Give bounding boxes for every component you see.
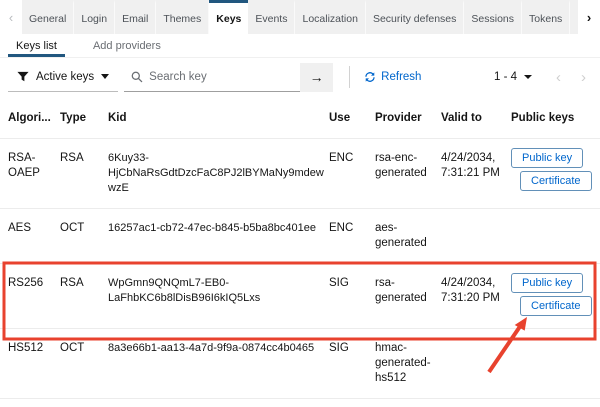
cell-provider: aes-generated: [375, 222, 427, 249]
key-status-filter-dropdown[interactable]: Active keys: [8, 62, 119, 92]
table-row-aes: AES OCT 16257ac1-cb72-47ec-b845-b5ba8bc4…: [0, 208, 600, 263]
cell-valid-to: 4/24/2034, 7:31:20 PM: [441, 277, 500, 304]
refresh-icon: [365, 72, 375, 82]
tab-tokens[interactable]: Tokens: [522, 0, 571, 34]
realm-settings-tab-bar: ‹ General Login Email Themes Keys Events…: [0, 0, 600, 34]
keys-subtab-bar: Keys list Add providers: [0, 34, 600, 58]
cell-provider: rsa-enc-generated: [375, 152, 427, 179]
tab-localization[interactable]: Localization: [295, 0, 366, 34]
cell-type: RSA: [60, 277, 84, 289]
cell-kid: 8a3e66b1-aa13-4a7d-9f9a-0874cc4b0465: [108, 342, 315, 354]
filter-selected-value: Active keys: [36, 70, 95, 83]
cell-kid: 16257ac1-cb72-47ec-b845-b5ba8bc401ee: [108, 222, 316, 234]
cell-use: SIG: [329, 277, 349, 289]
chevron-down-icon: [524, 75, 532, 79]
realm-settings-keys-page: ‹ General Login Email Themes Keys Events…: [0, 0, 600, 407]
cell-actions: Public key Certificate: [511, 148, 600, 196]
cell-algorithm: RSA-OAEP: [8, 152, 40, 179]
tabs-scroll-right-button[interactable]: ›: [578, 0, 600, 34]
cell-use: ENC: [329, 152, 354, 164]
chevron-left-icon: ‹: [556, 68, 561, 86]
chevron-down-icon: [101, 74, 110, 79]
tab-events[interactable]: Events: [248, 0, 296, 34]
tab-themes[interactable]: Themes: [156, 0, 210, 34]
column-header-algorithm: Algori...: [8, 112, 51, 124]
tabs-scroll-left-button[interactable]: ‹: [0, 0, 22, 34]
column-header-use: Use: [329, 112, 351, 124]
tab-bar-filler: [570, 0, 578, 34]
tab-general[interactable]: General: [22, 0, 75, 34]
table-row-rs256: RS256 RSA WpGmn9QNQmL7-EB0-LaFhbKC6b8lDi…: [0, 263, 600, 328]
cell-algorithm: AES: [8, 222, 32, 234]
toolbar-divider: [349, 66, 351, 88]
cell-algorithm: HS512: [8, 342, 44, 354]
tab-email[interactable]: Email: [115, 0, 157, 34]
search-icon: [131, 71, 143, 82]
column-header-public-keys: Public keys: [511, 112, 575, 124]
table-bottom-border: [0, 398, 600, 399]
search-submit-button[interactable]: →: [300, 62, 334, 92]
keys-table: Algori... Type Kid Use Provider Valid to…: [0, 96, 600, 399]
chevron-right-icon: ›: [586, 9, 592, 25]
cell-kid: 6Kuy33-HjCbNaRsGdtDzcFaC8PJ2lBYMaNy9mdew…: [108, 152, 324, 194]
filter-icon: [17, 71, 29, 81]
refresh-button[interactable]: Refresh: [364, 71, 421, 83]
column-header-type: Type: [60, 112, 86, 124]
cell-valid-to: [441, 341, 511, 386]
cell-use: SIG: [329, 342, 349, 354]
table-row-hs512: HS512 OCT 8a3e66b1-aa13-4a7d-9f9a-0874cc…: [0, 328, 600, 398]
cell-algorithm: RS256: [8, 277, 44, 289]
column-header-kid: Kid: [108, 112, 127, 124]
refresh-label: Refresh: [381, 71, 422, 83]
pagination-prev-button[interactable]: ‹: [556, 69, 561, 86]
public-key-button[interactable]: Public key: [511, 148, 584, 168]
cell-valid-to: 4/24/2034, 7:31:21 PM: [441, 152, 500, 179]
table-header-row: Algori... Type Kid Use Provider Valid to…: [0, 96, 600, 138]
cell-actions-empty: [511, 221, 600, 251]
arrow-right-icon: →: [309, 69, 324, 85]
certificate-button[interactable]: Certificate: [520, 296, 592, 316]
tab-sessions[interactable]: Sessions: [464, 0, 523, 34]
keys-toolbar: Active keys → Refresh 1 - 4 ‹: [0, 58, 600, 96]
pagination-range-label: 1 - 4: [493, 71, 517, 83]
cell-valid-to: [441, 221, 511, 251]
pagination-range-dropdown[interactable]: 1 - 4: [494, 71, 532, 83]
search-field-group: [124, 63, 301, 92]
column-header-provider: Provider: [375, 112, 422, 124]
public-key-button[interactable]: Public key: [511, 273, 584, 293]
pagination-next-button[interactable]: ›: [581, 69, 586, 86]
cell-type: RSA: [60, 152, 84, 164]
tab-security-defenses[interactable]: Security defenses: [365, 0, 465, 34]
cell-use: ENC: [329, 222, 354, 234]
subtab-keys-list[interactable]: Keys list: [8, 34, 65, 57]
search-input[interactable]: [149, 70, 294, 83]
chevron-right-icon: ›: [581, 68, 586, 86]
subtab-add-providers[interactable]: Add providers: [85, 34, 169, 57]
tab-login[interactable]: Login: [74, 0, 116, 34]
table-row-rsa-oaep: RSA-OAEP RSA 6Kuy33-HjCbNaRsGdtDzcFaC8PJ…: [0, 138, 600, 208]
cell-type: OCT: [60, 222, 85, 234]
column-header-valid-to: Valid to: [441, 112, 482, 124]
cell-actions-empty: [511, 341, 600, 386]
chevron-left-icon: ‹: [8, 9, 14, 25]
cell-kid: WpGmn9QNQmL7-EB0-LaFhbKC6b8lDisB96I6kIQ5…: [108, 277, 261, 304]
cell-type: OCT: [60, 342, 85, 354]
certificate-button[interactable]: Certificate: [520, 171, 592, 191]
cell-provider: hmac-generated-hs512: [375, 342, 431, 384]
cell-actions: Public key Certificate: [511, 273, 600, 316]
cell-provider: rsa-generated: [375, 277, 427, 304]
tab-keys[interactable]: Keys: [209, 0, 249, 34]
